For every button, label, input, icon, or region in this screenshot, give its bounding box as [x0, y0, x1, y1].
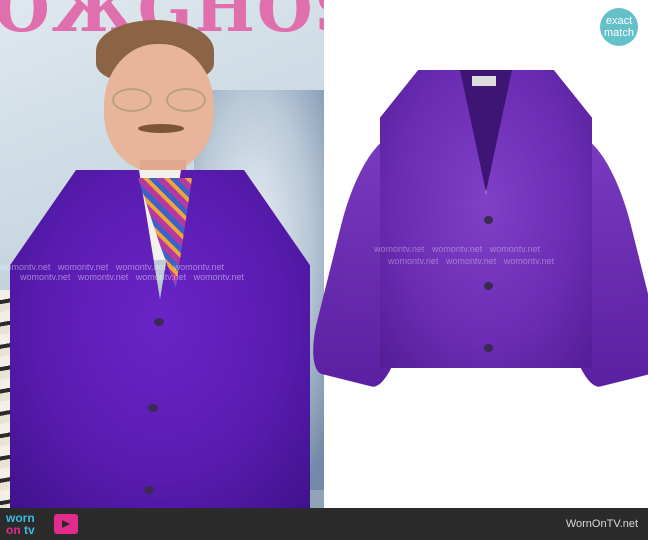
product-label-tag — [472, 76, 496, 86]
tv-play-icon — [54, 514, 78, 534]
product-button — [484, 282, 493, 290]
watermark: womontv.net womontv.net womontv.net — [374, 244, 541, 254]
product-button — [484, 216, 493, 224]
watermark: womontv.net womontv.net womontv.net womo… — [20, 272, 244, 282]
mustache — [138, 124, 184, 133]
product-button — [484, 344, 493, 352]
watermark: womontv.net womontv.net womontv.net — [388, 256, 555, 266]
footer-bar: worn on tv WornOnTV.net — [0, 508, 648, 540]
watermark: womontv.net womontv.net womontv.net womo… — [0, 262, 224, 272]
wornontv-logo[interactable]: worn on tv — [6, 512, 52, 538]
product-image[interactable]: womontv.net womontv.net womontv.net womo… — [305, 66, 648, 391]
exact-match-badge: exact match — [600, 8, 638, 46]
outfit-photo: ОЖGHOSI womontv.net womontv.net womontv.… — [0, 0, 324, 508]
site-name: WornOnTV.net — [565, 518, 638, 530]
glasses — [112, 88, 208, 112]
